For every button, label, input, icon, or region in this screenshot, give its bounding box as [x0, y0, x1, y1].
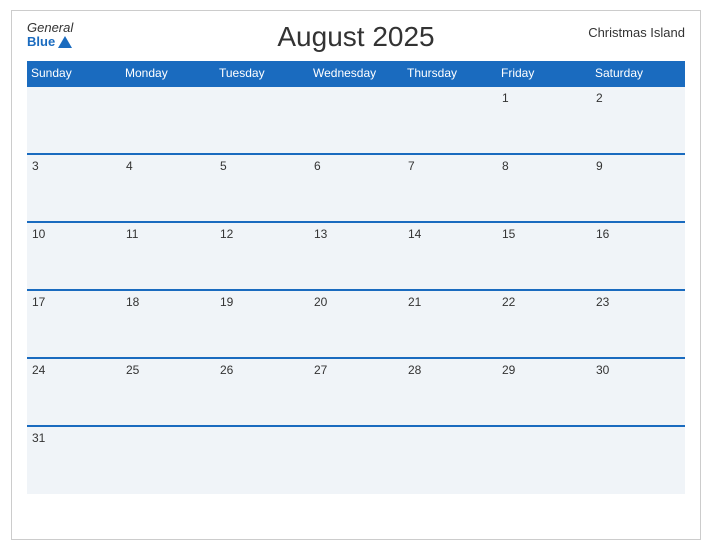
- calendar-cell: [403, 426, 497, 494]
- calendar-week-row: 31: [27, 426, 685, 494]
- calendar-cell: [497, 426, 591, 494]
- calendar-cell: 11: [121, 222, 215, 290]
- calendar-cell: [591, 426, 685, 494]
- calendar-cell: 10: [27, 222, 121, 290]
- calendar-cell: 12: [215, 222, 309, 290]
- calendar-cell: [215, 86, 309, 154]
- day-num: 23: [596, 295, 609, 309]
- calendar-cell: 22: [497, 290, 591, 358]
- calendar-cell: 18: [121, 290, 215, 358]
- calendar-cell: 6: [309, 154, 403, 222]
- day-num: 12: [220, 227, 233, 241]
- day-num: 5: [220, 159, 227, 173]
- day-num: 24: [32, 363, 45, 377]
- header-tuesday: Tuesday: [215, 61, 309, 86]
- calendar-cell: 29: [497, 358, 591, 426]
- logo-general-text: General: [27, 21, 73, 35]
- calendar-cell: 1: [497, 86, 591, 154]
- weekday-header-row: Sunday Monday Tuesday Wednesday Thursday…: [27, 61, 685, 86]
- day-num: 25: [126, 363, 139, 377]
- calendar-cell: 7: [403, 154, 497, 222]
- header-wednesday: Wednesday: [309, 61, 403, 86]
- day-num: 13: [314, 227, 327, 241]
- day-num: 9: [596, 159, 603, 173]
- calendar-cell: [309, 426, 403, 494]
- day-num: 4: [126, 159, 133, 173]
- calendar-cell: 19: [215, 290, 309, 358]
- calendar-cell: 15: [497, 222, 591, 290]
- day-num: 15: [502, 227, 515, 241]
- calendar-container: General Blue August 2025 Christmas Islan…: [11, 10, 701, 540]
- calendar-week-row: 12: [27, 86, 685, 154]
- calendar-cell: [403, 86, 497, 154]
- calendar-cell: [215, 426, 309, 494]
- calendar-cell: 21: [403, 290, 497, 358]
- day-num: 10: [32, 227, 45, 241]
- day-num: 6: [314, 159, 321, 173]
- calendar-cell: 24: [27, 358, 121, 426]
- day-num: 2: [596, 91, 603, 105]
- day-num: 27: [314, 363, 327, 377]
- logo: General Blue: [27, 21, 73, 50]
- calendar-cell: 5: [215, 154, 309, 222]
- day-num: 7: [408, 159, 415, 173]
- calendar-table: Sunday Monday Tuesday Wednesday Thursday…: [27, 61, 685, 494]
- header-saturday: Saturday: [591, 61, 685, 86]
- calendar-cell: 23: [591, 290, 685, 358]
- day-num: 3: [32, 159, 39, 173]
- logo-blue-text: Blue: [27, 35, 72, 49]
- calendar-cell: 30: [591, 358, 685, 426]
- calendar-cell: 25: [121, 358, 215, 426]
- day-num: 18: [126, 295, 139, 309]
- day-num: 20: [314, 295, 327, 309]
- day-num: 22: [502, 295, 515, 309]
- calendar-cell: 8: [497, 154, 591, 222]
- calendar-cell: [27, 86, 121, 154]
- calendar-week-row: 24 25 26 27 28 29 30: [27, 358, 685, 426]
- calendar-cell: 9: [591, 154, 685, 222]
- calendar-week-row: 10 11 12 13 14 15 16: [27, 222, 685, 290]
- header-friday: Friday: [497, 61, 591, 86]
- header-sunday: Sunday: [27, 61, 121, 86]
- calendar-cell: 20: [309, 290, 403, 358]
- location-label: Christmas Island: [588, 25, 685, 40]
- calendar-cell: 3: [27, 154, 121, 222]
- calendar-cell: [121, 86, 215, 154]
- day-num: 8: [502, 159, 509, 173]
- calendar-cell: 17: [27, 290, 121, 358]
- day-num: 29: [502, 363, 515, 377]
- calendar-cell: 16: [591, 222, 685, 290]
- day-num: 16: [596, 227, 609, 241]
- day-num: 11: [126, 227, 138, 241]
- calendar-cell: 2: [591, 86, 685, 154]
- calendar-header: General Blue August 2025 Christmas Islan…: [27, 21, 685, 53]
- day-num: 19: [220, 295, 233, 309]
- day-num: 1: [502, 91, 509, 105]
- calendar-cell: [309, 86, 403, 154]
- day-num: 28: [408, 363, 421, 377]
- day-num: 30: [596, 363, 609, 377]
- calendar-cell: 4: [121, 154, 215, 222]
- calendar-cell: 26: [215, 358, 309, 426]
- day-num: 14: [408, 227, 421, 241]
- calendar-cell: 14: [403, 222, 497, 290]
- calendar-cell: 27: [309, 358, 403, 426]
- calendar-cell: 13: [309, 222, 403, 290]
- month-title: August 2025: [277, 21, 434, 53]
- calendar-cell: 28: [403, 358, 497, 426]
- day-num: 21: [408, 295, 421, 309]
- calendar-cell: 31: [27, 426, 121, 494]
- calendar-week-row: 17 18 19 20 21 22 23: [27, 290, 685, 358]
- calendar-week-row: 3 4 5 6 7 8 9: [27, 154, 685, 222]
- logo-triangle-icon: [58, 36, 72, 48]
- day-num: 26: [220, 363, 233, 377]
- day-num: 17: [32, 295, 45, 309]
- calendar-cell: [121, 426, 215, 494]
- day-num: 31: [32, 431, 45, 445]
- header-thursday: Thursday: [403, 61, 497, 86]
- header-monday: Monday: [121, 61, 215, 86]
